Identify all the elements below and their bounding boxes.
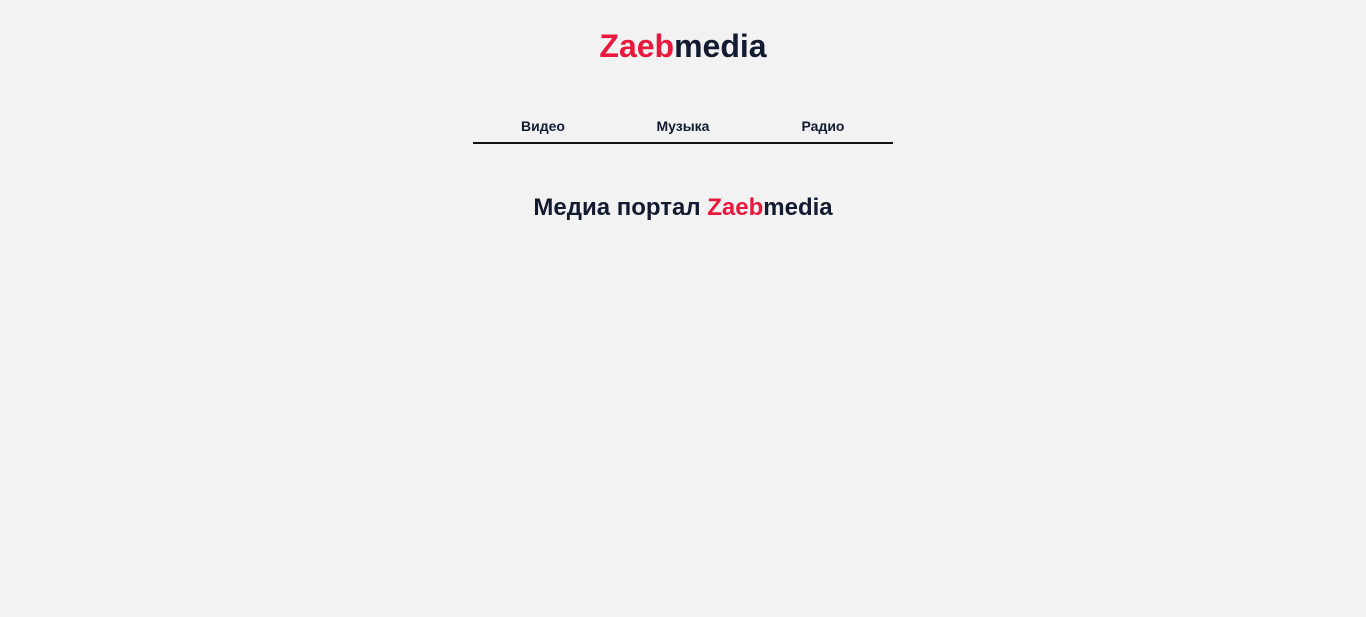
page-title-rest: media [763,194,833,221]
nav-item-music[interactable]: Музыка [613,112,753,142]
nav-item-radio[interactable]: Радио [753,112,893,142]
page-title: Медиа портал Zaebmedia [0,192,1366,224]
logo-accent-text: Zaeb [599,28,675,64]
page: Zaebmedia Видео Музыка Радио Медиа порта… [0,0,1366,617]
main-nav: Видео Музыка Радио [473,112,893,144]
page-title-accent: Zaeb [707,194,764,221]
logo-main-text: media [674,28,767,64]
page-title-prefix: Медиа портал [533,194,708,221]
nav-item-video[interactable]: Видео [473,112,613,142]
site-logo[interactable]: Zaebmedia [0,26,1366,66]
